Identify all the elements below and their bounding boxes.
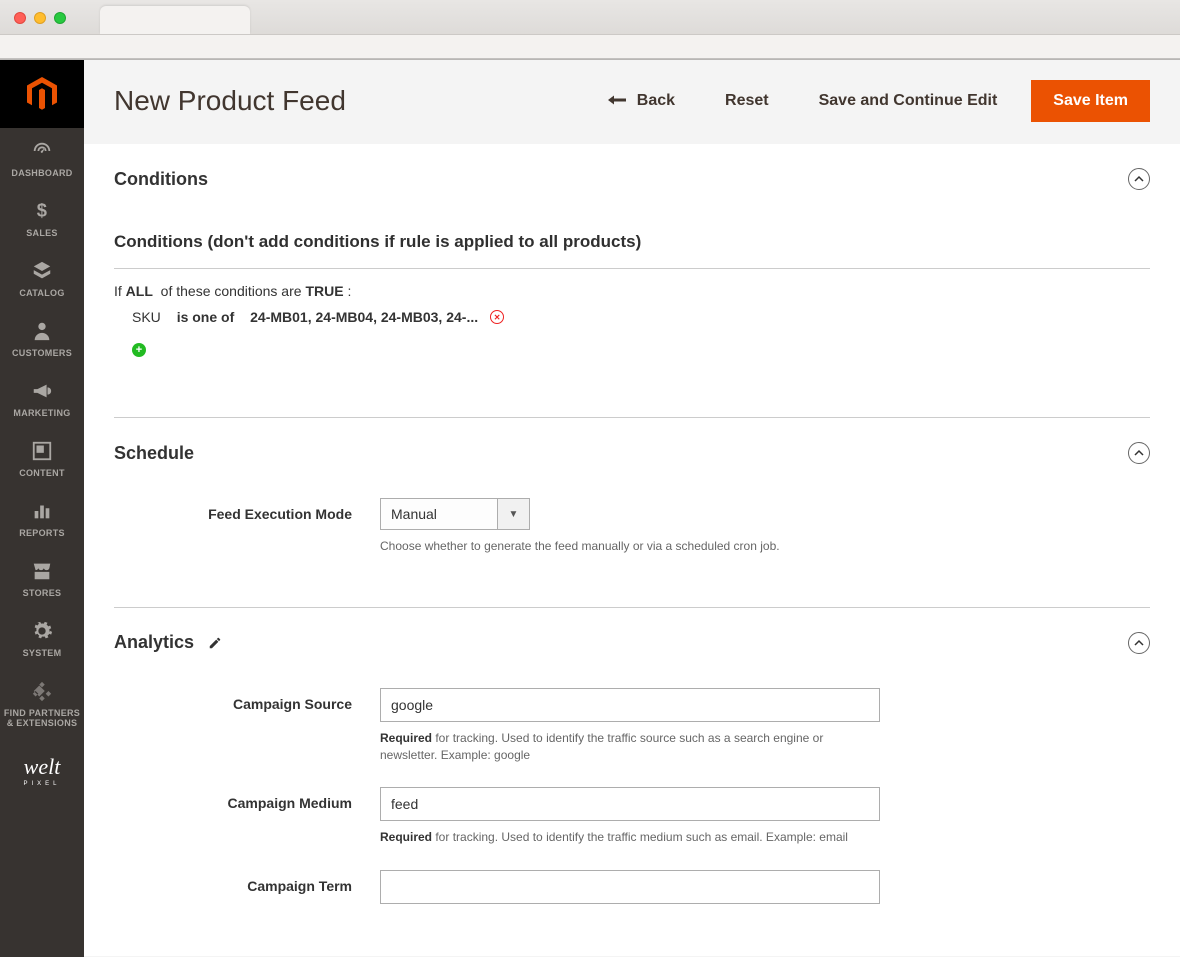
sidebar-label: DASHBOARD xyxy=(11,168,72,178)
back-button[interactable]: Back xyxy=(592,82,691,120)
campaign-source-row: Campaign Source Required for tracking. U… xyxy=(114,676,1150,776)
sidebar-label: CONTENT xyxy=(19,468,65,478)
sidebar-item-customers[interactable]: CUSTOMERS xyxy=(0,308,84,368)
condition-attribute[interactable]: SKU xyxy=(132,309,161,325)
feed-mode-select[interactable]: Manual ▼ xyxy=(380,498,530,530)
svg-text:$: $ xyxy=(37,200,47,221)
main-content: New Product Feed Back Reset Save and Con… xyxy=(84,60,1180,957)
magento-icon xyxy=(27,77,57,111)
section-title: Conditions xyxy=(114,169,208,190)
weltpixel-logo[interactable]: welt PIXEL xyxy=(0,738,84,797)
pencil-icon[interactable] xyxy=(208,636,222,650)
browser-toolbar xyxy=(0,34,1180,59)
window-close-button[interactable] xyxy=(14,12,26,24)
divider xyxy=(114,268,1150,269)
sidebar-item-partners[interactable]: FIND PARTNERS & EXTENSIONS xyxy=(0,668,84,738)
sidebar-item-content[interactable]: CONTENT xyxy=(0,428,84,488)
campaign-source-hint: Required for tracking. Used to identify … xyxy=(380,730,880,764)
feed-mode-row: Feed Execution Mode Manual ▼ Choose whet… xyxy=(114,486,1150,567)
save-item-button[interactable]: Save Item xyxy=(1031,80,1150,122)
campaign-source-input[interactable] xyxy=(380,688,880,722)
conditions-rule-line: If ALL of these conditions are TRUE : xyxy=(114,283,1150,299)
campaign-term-input[interactable] xyxy=(380,870,880,904)
sidebar-label: SYSTEM xyxy=(23,648,62,658)
sidebar-item-marketing[interactable]: MARKETING xyxy=(0,368,84,428)
collapse-toggle-icon[interactable] xyxy=(1128,632,1150,654)
condition-value[interactable]: 24-MB01, 24-MB04, 24-MB03, 24-... xyxy=(250,309,478,325)
sidebar-label: REPORTS xyxy=(19,528,65,538)
sidebar-label: SALES xyxy=(26,228,58,238)
sidebar-label: STORES xyxy=(23,588,62,598)
sidebar-item-sales[interactable]: $ SALES xyxy=(0,188,84,248)
chevron-down-icon: ▼ xyxy=(497,499,529,529)
section-analytics-header[interactable]: Analytics xyxy=(114,607,1150,676)
feed-mode-label: Feed Execution Mode xyxy=(114,498,380,555)
sidebar-label: MARKETING xyxy=(13,408,70,418)
browser-tab[interactable] xyxy=(100,6,250,34)
reset-button[interactable]: Reset xyxy=(709,82,785,120)
sidebar-item-catalog[interactable]: CATALOG xyxy=(0,248,84,308)
section-conditions-header[interactable]: Conditions xyxy=(114,144,1150,212)
collapse-toggle-icon[interactable] xyxy=(1128,442,1150,464)
campaign-term-label: Campaign Term xyxy=(114,870,380,904)
condition-operator[interactable]: is one of xyxy=(177,309,235,325)
page-header: New Product Feed Back Reset Save and Con… xyxy=(84,60,1180,144)
sidebar-item-reports[interactable]: REPORTS xyxy=(0,488,84,548)
arrow-left-icon xyxy=(608,94,626,106)
sidebar-item-dashboard[interactable]: DASHBOARD xyxy=(0,128,84,188)
sidebar-label: CUSTOMERS xyxy=(12,348,72,358)
section-title: Analytics xyxy=(114,632,194,653)
condition-row: SKU is one of 24-MB01, 24-MB04, 24-MB03,… xyxy=(114,309,1150,325)
campaign-medium-row: Campaign Medium Required for tracking. U… xyxy=(114,775,1150,858)
campaign-medium-hint: Required for tracking. Used to identify … xyxy=(380,829,880,846)
sidebar-label: CATALOG xyxy=(19,288,64,298)
campaign-source-label: Campaign Source xyxy=(114,688,380,764)
campaign-medium-input[interactable] xyxy=(380,787,880,821)
section-schedule-header[interactable]: Schedule xyxy=(114,417,1150,486)
section-title: Schedule xyxy=(114,443,194,464)
sidebar-item-system[interactable]: SYSTEM xyxy=(0,608,84,668)
magento-logo[interactable] xyxy=(0,60,84,128)
add-condition-icon[interactable] xyxy=(132,343,146,357)
feed-mode-hint: Choose whether to generate the feed manu… xyxy=(380,538,880,555)
remove-condition-icon[interactable] xyxy=(490,310,504,324)
campaign-medium-label: Campaign Medium xyxy=(114,787,380,846)
page-title: New Product Feed xyxy=(114,85,574,117)
admin-sidebar: DASHBOARD $ SALES CATALOG CUSTOMERS MARK… xyxy=(0,60,84,957)
window-minimize-button[interactable] xyxy=(34,12,46,24)
window-zoom-button[interactable] xyxy=(54,12,66,24)
sidebar-label: FIND PARTNERS & EXTENSIONS xyxy=(4,708,80,728)
conditions-subtitle: Conditions (don't add conditions if rule… xyxy=(114,212,1150,268)
collapse-toggle-icon[interactable] xyxy=(1128,168,1150,190)
conditions-value[interactable]: TRUE xyxy=(305,283,343,299)
conditions-aggregator[interactable]: ALL xyxy=(126,283,153,299)
campaign-term-row: Campaign Term xyxy=(114,858,1150,916)
save-continue-button[interactable]: Save and Continue Edit xyxy=(803,82,1014,120)
sidebar-item-stores[interactable]: STORES xyxy=(0,548,84,608)
browser-chrome xyxy=(0,0,1180,60)
